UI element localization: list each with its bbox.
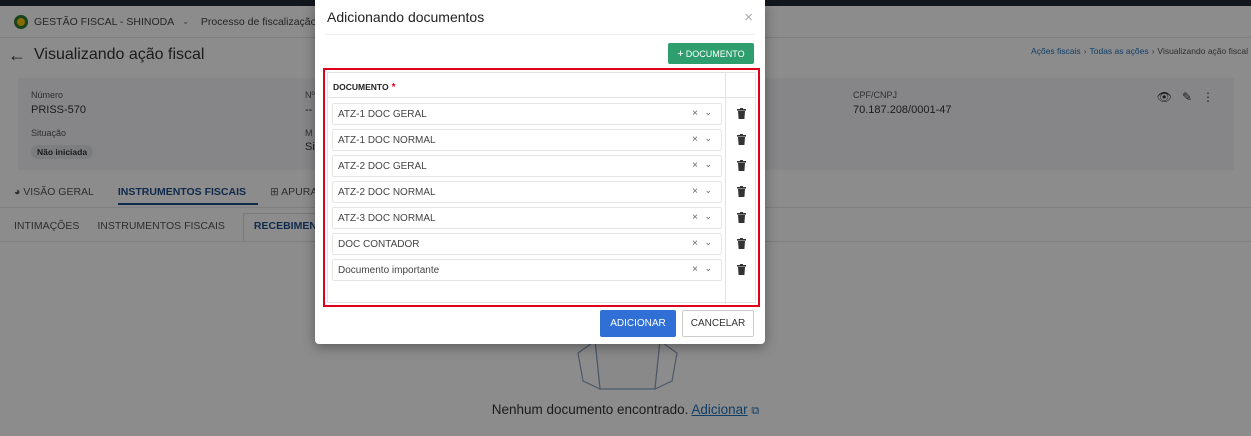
submit-button[interactable]: ADICIONAR [600, 310, 676, 337]
add-document-button[interactable]: + DOCUMENTO [668, 43, 754, 64]
document-select-value: ATZ-3 DOC NORMAL [338, 212, 436, 224]
clear-icon[interactable]: × [692, 238, 698, 249]
clear-icon[interactable]: × [692, 212, 698, 223]
chevron-down-icon[interactable]: ⌄ [704, 237, 712, 248]
document-select-value: DOC CONTADOR [338, 238, 420, 250]
document-row: ATZ-2 DOC NORMAL × ⌄ [332, 181, 751, 205]
column-header-label: DOCUMENTO [333, 82, 389, 92]
add-documents-modal: Adicionando documentos × + DOCUMENTO DOC… [315, 0, 765, 344]
document-select-value: ATZ-1 DOC GERAL [338, 108, 427, 120]
document-select-value: ATZ-1 DOC NORMAL [338, 134, 436, 146]
trash-icon[interactable] [737, 186, 746, 197]
document-select[interactable]: DOC CONTADOR × ⌄ [332, 233, 722, 255]
document-select[interactable]: ATZ-3 DOC NORMAL × ⌄ [332, 207, 722, 229]
required-mark: * [391, 82, 396, 93]
trash-icon[interactable] [737, 238, 746, 249]
document-select[interactable]: ATZ-1 DOC GERAL × ⌄ [332, 103, 722, 125]
document-select-value: ATZ-2 DOC NORMAL [338, 186, 436, 198]
document-select[interactable]: ATZ-1 DOC NORMAL × ⌄ [332, 129, 722, 151]
clear-icon[interactable]: × [692, 264, 698, 275]
cancel-button[interactable]: CANCELAR [682, 310, 754, 337]
clear-icon[interactable]: × [692, 108, 698, 119]
document-row: ATZ-1 DOC GERAL × ⌄ [332, 103, 751, 127]
highlight-frame: DOCUMENTO * ATZ-1 DOC GERAL × ⌄ ATZ-1 DOC… [323, 68, 760, 307]
document-row: DOC CONTADOR × ⌄ [332, 233, 751, 257]
trash-icon[interactable] [737, 264, 746, 275]
chevron-down-icon[interactable]: ⌄ [704, 133, 712, 144]
document-row: Documento importante × ⌄ [332, 259, 751, 283]
clear-icon[interactable]: × [692, 160, 698, 171]
clear-icon[interactable]: × [692, 186, 698, 197]
document-select[interactable]: ATZ-2 DOC NORMAL × ⌄ [332, 181, 722, 203]
chevron-down-icon[interactable]: ⌄ [704, 263, 712, 274]
add-document-label: DOCUMENTO [685, 48, 745, 59]
document-select-value: ATZ-2 DOC GERAL [338, 160, 427, 172]
chevron-down-icon[interactable]: ⌄ [704, 185, 712, 196]
document-select[interactable]: Documento importante × ⌄ [332, 259, 722, 281]
table-header: DOCUMENTO * [328, 73, 755, 98]
chevron-down-icon[interactable]: ⌄ [704, 211, 712, 222]
plus-icon: + [677, 47, 684, 60]
document-table: DOCUMENTO * ATZ-1 DOC GERAL × ⌄ ATZ-1 DOC… [327, 72, 756, 304]
trash-icon[interactable] [737, 134, 746, 145]
close-icon[interactable]: × [744, 9, 753, 26]
trash-icon[interactable] [737, 212, 746, 223]
trash-icon[interactable] [737, 160, 746, 171]
trash-icon[interactable] [737, 108, 746, 119]
document-row: ATZ-2 DOC GERAL × ⌄ [332, 155, 751, 179]
document-row: ATZ-1 DOC NORMAL × ⌄ [332, 129, 751, 153]
chevron-down-icon[interactable]: ⌄ [704, 159, 712, 170]
document-row: ATZ-3 DOC NORMAL × ⌄ [332, 207, 751, 231]
modal-title: Adicionando documentos [327, 9, 485, 25]
clear-icon[interactable]: × [692, 134, 698, 145]
divider [325, 34, 755, 35]
column-header: DOCUMENTO * [333, 82, 395, 93]
document-select[interactable]: ATZ-2 DOC GERAL × ⌄ [332, 155, 722, 177]
document-select-value: Documento importante [338, 264, 440, 276]
chevron-down-icon[interactable]: ⌄ [704, 107, 712, 118]
